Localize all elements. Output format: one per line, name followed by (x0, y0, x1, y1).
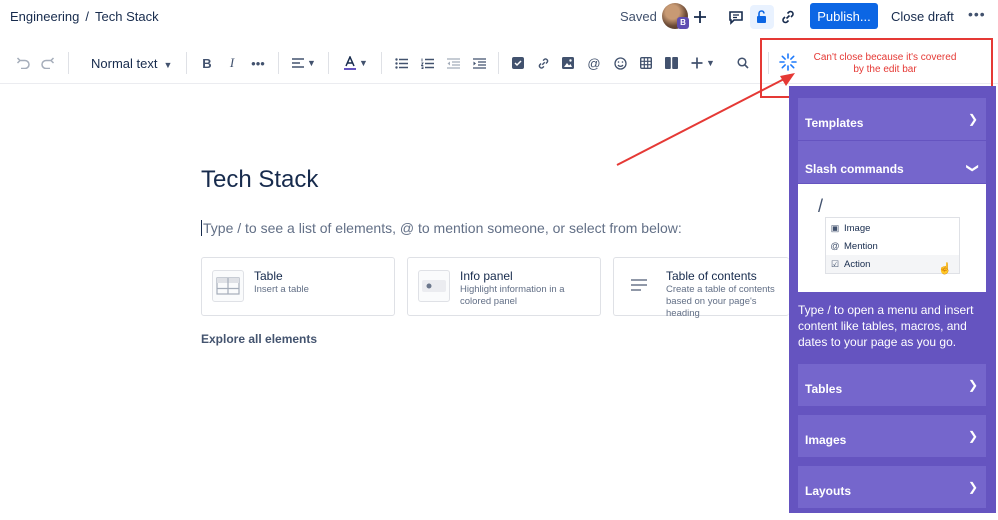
table-of-contents-element-card[interactable]: Table of contents Create a table of cont… (613, 257, 789, 319)
checkbox-icon: ☑ (830, 258, 840, 269)
menu-item-label: Image (844, 222, 871, 234)
table-element-card[interactable]: Table Insert a table (201, 257, 395, 316)
card-title: Table (254, 269, 283, 283)
slash-commands-description: Type / to open a menu and insert content… (798, 303, 974, 349)
slash-commands-preview: / ▣ Image @ Mention ☑ Action ☝ (798, 184, 986, 292)
page-title[interactable]: Tech Stack (201, 166, 318, 194)
card-description: Highlight information in a colored panel (460, 284, 565, 307)
slash-character: / (818, 196, 824, 216)
accordion-label: Layouts (805, 484, 852, 498)
menu-item-label: Mention (844, 240, 878, 252)
accordion-label: Images (805, 433, 847, 447)
chevron-right-icon: ❯ (967, 378, 978, 392)
accordion-label: Tables (805, 382, 843, 396)
editor-placeholder[interactable]: Type / to see a list of elements, @ to m… (201, 220, 682, 236)
onboarding-side-panel: Templates ❯ Slash commands ❯ / ▣ Image @ M… (789, 86, 996, 513)
accordion-templates[interactable]: Templates ❯ (798, 98, 986, 140)
chevron-right-icon: ❯ (967, 480, 978, 494)
table-icon (212, 270, 244, 302)
card-description: Insert a table (254, 284, 309, 295)
info-panel-element-card[interactable]: Info panel Highlight information in a co… (407, 257, 601, 316)
image-icon: ▣ (830, 222, 840, 233)
text-cursor (201, 220, 202, 236)
explore-all-elements-link[interactable]: Explore all elements (201, 332, 317, 346)
chevron-down-icon: ❯ (965, 162, 980, 174)
menu-item-mention: @ Mention (826, 237, 959, 255)
accordion-tables[interactable]: Tables ❯ (798, 364, 986, 406)
at-sign-icon: @ (830, 241, 840, 251)
card-description: Create a table of contents based on your… (666, 284, 775, 319)
menu-item-image: ▣ Image (826, 219, 959, 237)
accordion-label: Slash commands (805, 162, 904, 176)
accordion-slash-commands[interactable]: Slash commands ❯ (798, 141, 986, 183)
accordion-layouts[interactable]: Layouts ❯ (798, 466, 986, 508)
info-panel-icon (418, 270, 450, 302)
placeholder-text: Type / to see a list of elements, @ to m… (203, 220, 682, 236)
menu-item-label: Action (844, 258, 871, 270)
accordion-label: Templates (805, 116, 864, 130)
accordion-images[interactable]: Images ❯ (798, 415, 986, 457)
chevron-right-icon: ❯ (967, 429, 978, 443)
card-title: Info panel (460, 269, 513, 283)
hand-pointer-icon: ☝ (938, 263, 952, 275)
chevron-right-icon: ❯ (967, 112, 978, 126)
list-icon (624, 270, 656, 302)
card-title: Table of contents (666, 269, 757, 283)
